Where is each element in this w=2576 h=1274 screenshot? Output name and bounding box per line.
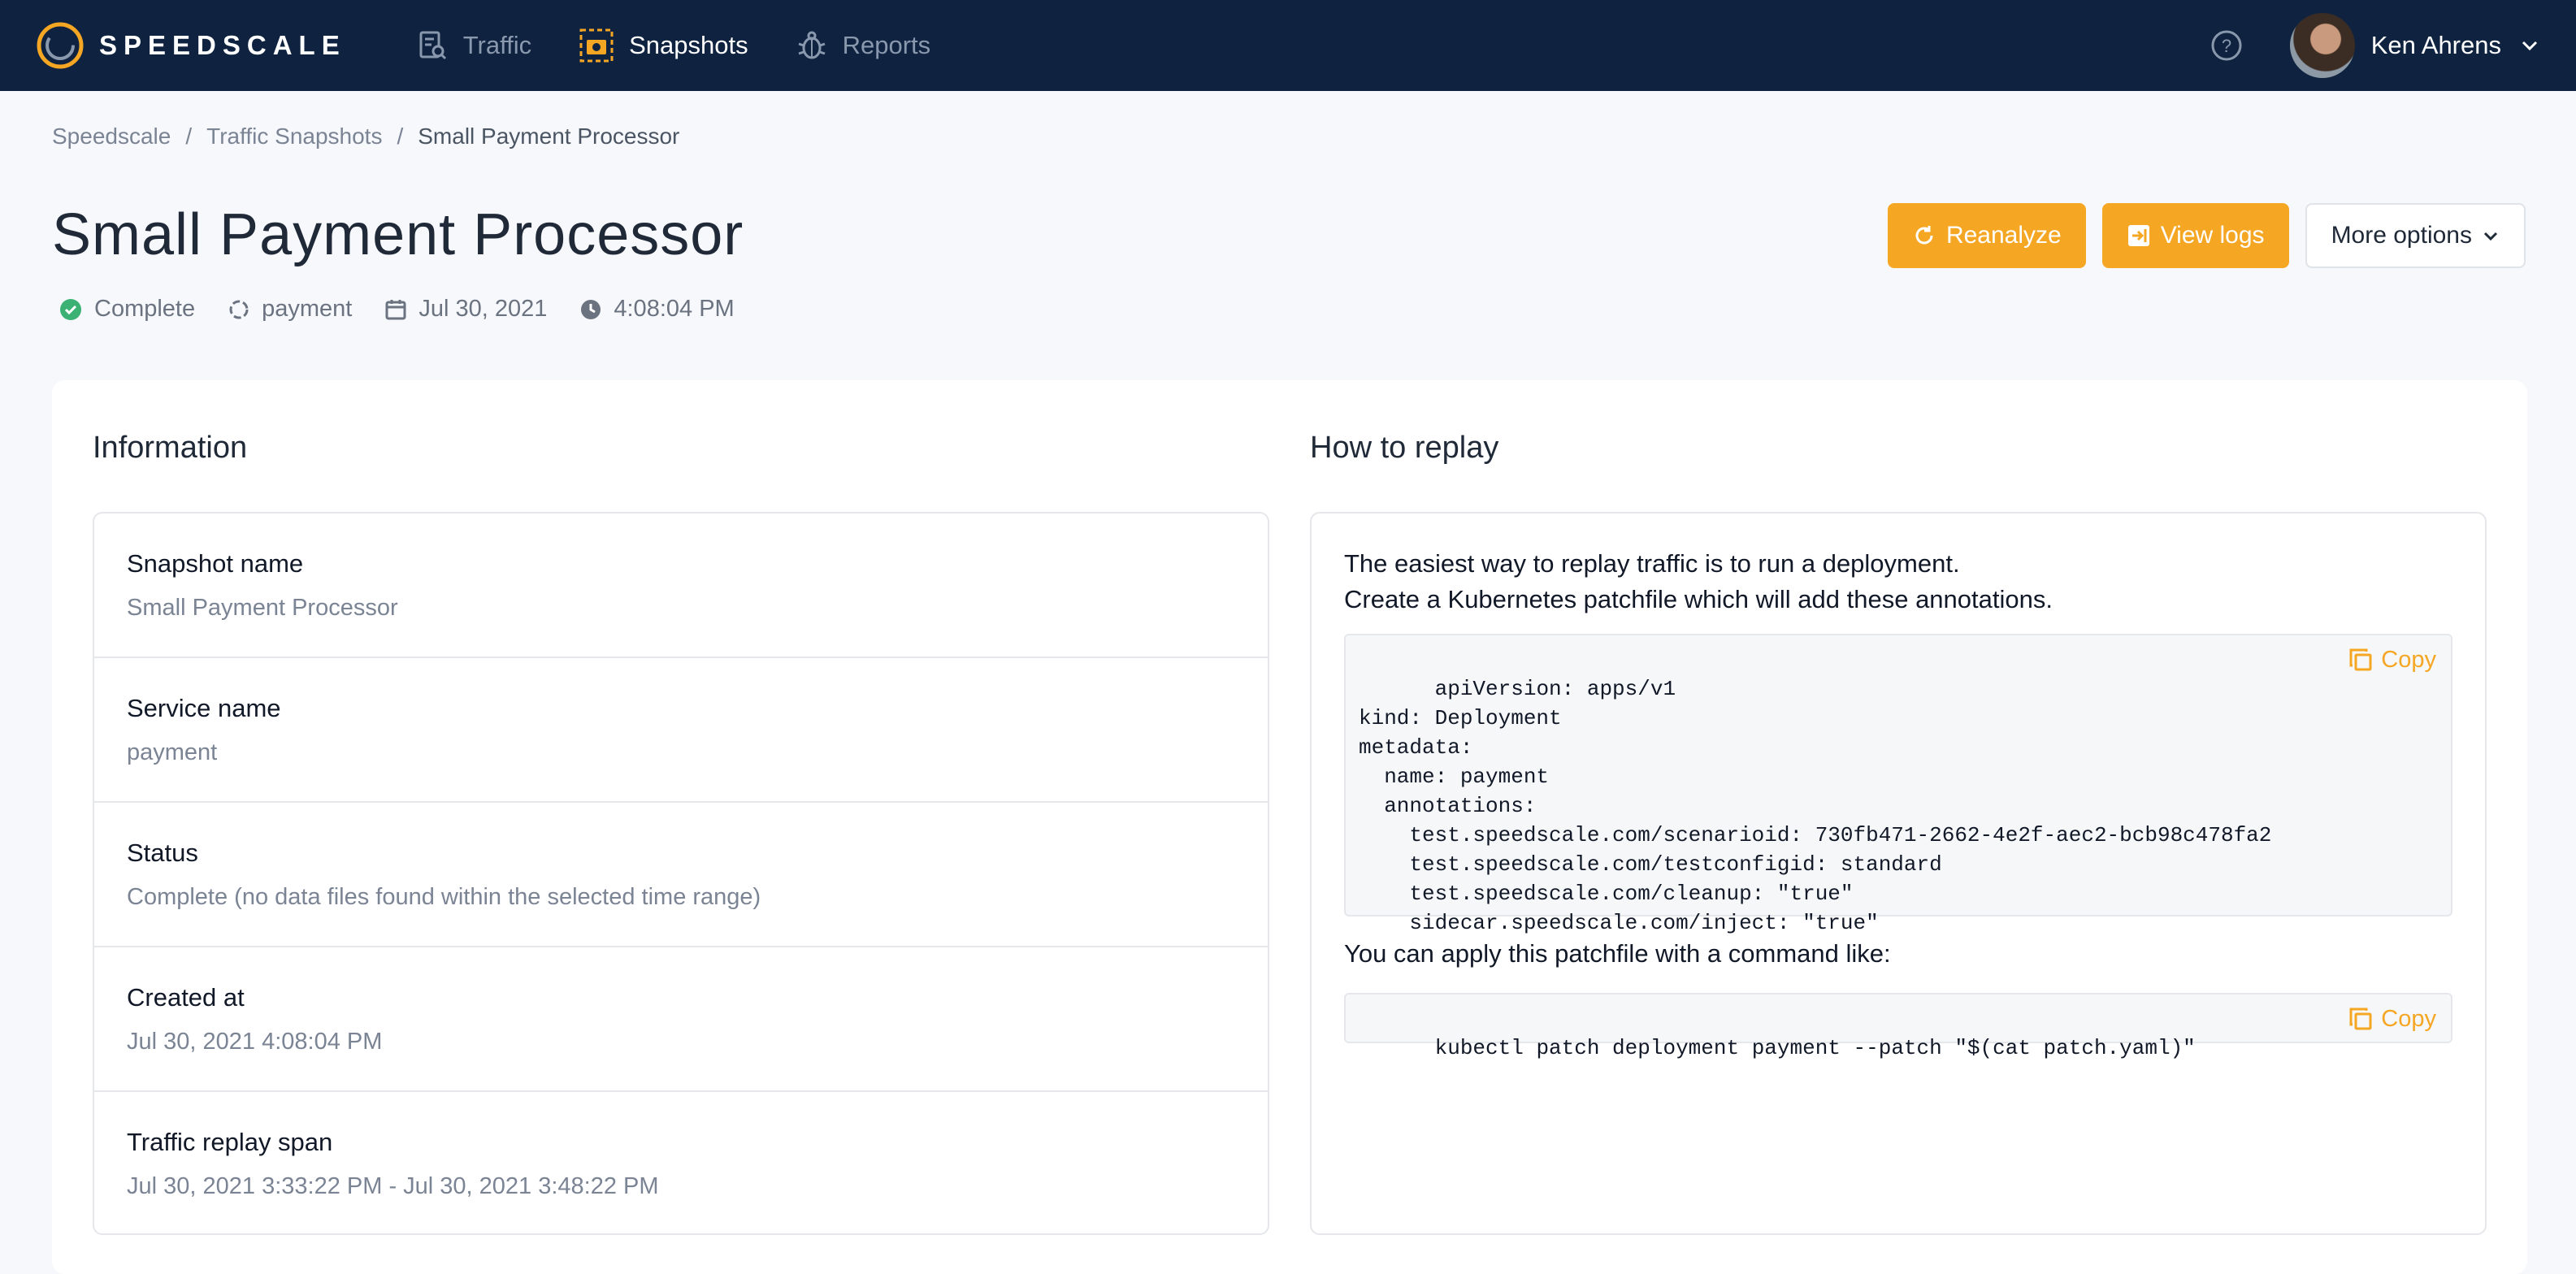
- meta-service-text: payment: [262, 296, 353, 322]
- command-code-block[interactable]: kubectl patch deployment payment --patch…: [1344, 993, 2452, 1060]
- copy-icon: [2349, 1008, 2372, 1030]
- nav-item-label: Reports: [842, 31, 931, 59]
- info-row-snapshot-name: Snapshot name Small Payment Processor: [94, 514, 1268, 658]
- traffic-search-icon: [419, 31, 446, 60]
- nav-item-reports[interactable]: Reports: [796, 29, 931, 62]
- check-circle-icon: [60, 298, 81, 320]
- info-label: Created at: [127, 983, 245, 1012]
- nav-item-label: Snapshots: [629, 31, 748, 59]
- info-value: Jul 30, 2021 3:33:22 PM - Jul 30, 2021 3…: [127, 1173, 659, 1199]
- meta-time: 4:08:04 PM: [579, 296, 735, 323]
- logo-text: SPEEDSCALE: [99, 30, 346, 60]
- snapshot-detail-card: Information How to replay Snapshot name …: [52, 380, 2527, 1274]
- info-value: Complete (no data files found within the…: [127, 884, 761, 910]
- nav-right: ? Ken Ahrens: [2210, 0, 2540, 91]
- copy-icon: [2349, 648, 2372, 671]
- meta-time-text: 4:08:04 PM: [614, 296, 735, 322]
- how-to-replay-panel: The easiest way to replay traffic is to …: [1310, 512, 2487, 1235]
- info-row-traffic-replay-span: Traffic replay span Jul 30, 2021 3:33:22…: [94, 1092, 1268, 1233]
- copy-command-button[interactable]: Copy: [2348, 1004, 2436, 1034]
- page-actions: Reanalyze View logs More options: [1887, 203, 2526, 268]
- information-title: Information: [93, 431, 248, 465]
- calendar-icon: [385, 299, 406, 319]
- info-label: Snapshot name: [127, 549, 304, 578]
- breadcrumb-separator: /: [397, 124, 404, 149]
- logo[interactable]: SPEEDSCALE: [36, 21, 346, 70]
- info-label: Service name: [127, 694, 281, 722]
- patchfile-code: apiVersion: apps/v1 kind: Deployment met…: [1359, 677, 2272, 935]
- meta-status-text: Complete: [94, 296, 196, 322]
- breadcrumb-link-traffic-snapshots[interactable]: Traffic Snapshots: [206, 124, 382, 150]
- copy-label: Copy: [2381, 647, 2436, 673]
- patchfile-code-block[interactable]: apiVersion: apps/v1 kind: Deployment met…: [1344, 634, 2452, 935]
- info-row-status: Status Complete (no data files found wit…: [94, 803, 1268, 947]
- speedscale-logo-icon: [37, 22, 84, 69]
- breadcrumb-separator: /: [185, 124, 193, 149]
- reanalyze-label: Reanalyze: [1945, 222, 2062, 249]
- nav-item-label: Traffic: [462, 31, 532, 59]
- breadcrumb-current: Small Payment Processor: [418, 124, 680, 149]
- info-value: Small Payment Processor: [127, 595, 398, 621]
- meta-status: Complete: [59, 296, 195, 323]
- copy-label: Copy: [2381, 1006, 2436, 1032]
- breadcrumb: Speedscale / Traffic Snapshots / Small P…: [52, 124, 679, 150]
- replay-intro-line: The easiest way to replay traffic is to …: [1344, 549, 1960, 578]
- chevron-down-icon: [2483, 232, 2498, 241]
- breadcrumb-link-speedscale[interactable]: Speedscale: [52, 124, 171, 150]
- meta-service: payment: [228, 296, 352, 323]
- view-logs-button[interactable]: View logs: [2101, 203, 2289, 268]
- nav-item-traffic[interactable]: Traffic: [416, 29, 531, 62]
- info-value: Jul 30, 2021 4:08:04 PM: [127, 1029, 383, 1055]
- apply-instructions: You can apply this patchfile with a comm…: [1344, 939, 1891, 968]
- nav-item-snapshots[interactable]: Snapshots: [579, 28, 748, 63]
- info-label: Traffic replay span: [127, 1128, 333, 1156]
- service-ring-icon: [229, 300, 249, 318]
- page-title: Small Payment Processor: [52, 202, 744, 267]
- bug-icon: [798, 31, 826, 59]
- chevron-down-icon[interactable]: [2519, 35, 2540, 56]
- clock-icon: [581, 299, 601, 319]
- svg-text:?: ?: [2222, 36, 2231, 56]
- how-to-replay-title: How to replay: [1310, 431, 1499, 465]
- help-icon[interactable]: ?: [2210, 29, 2243, 62]
- copy-patchfile-button[interactable]: Copy: [2348, 645, 2436, 674]
- info-row-created-at: Created at Jul 30, 2021 4:08:04 PM: [94, 947, 1268, 1092]
- replay-intro-line: Create a Kubernetes patchfile which will…: [1344, 585, 2053, 613]
- information-panel: Snapshot name Small Payment Processor Se…: [93, 512, 1269, 1235]
- snapshot-camera-icon: [579, 28, 614, 63]
- info-value: payment: [127, 739, 218, 765]
- view-logs-label: View logs: [2160, 222, 2265, 249]
- more-options-label: More options: [2331, 222, 2472, 249]
- avatar[interactable]: [2289, 13, 2355, 78]
- command-code: kubectl patch deployment payment --patch…: [1434, 1036, 2196, 1060]
- top-nav: SPEEDSCALE Traffic Snapshots Reports ? K…: [0, 0, 2576, 91]
- more-options-button[interactable]: More options: [2305, 203, 2526, 268]
- info-row-service-name: Service name payment: [94, 658, 1268, 803]
- sign-in-icon: [2127, 225, 2149, 246]
- reanalyze-button[interactable]: Reanalyze: [1887, 203, 2086, 268]
- snapshot-meta: Complete payment Jul 30, 2021 4:08:04 PM: [59, 296, 735, 323]
- refresh-icon: [1915, 226, 1933, 245]
- meta-date: Jul 30, 2021: [384, 296, 547, 323]
- meta-date-text: Jul 30, 2021: [418, 296, 548, 322]
- info-label: Status: [127, 838, 198, 867]
- user-name[interactable]: Ken Ahrens: [2371, 31, 2501, 60]
